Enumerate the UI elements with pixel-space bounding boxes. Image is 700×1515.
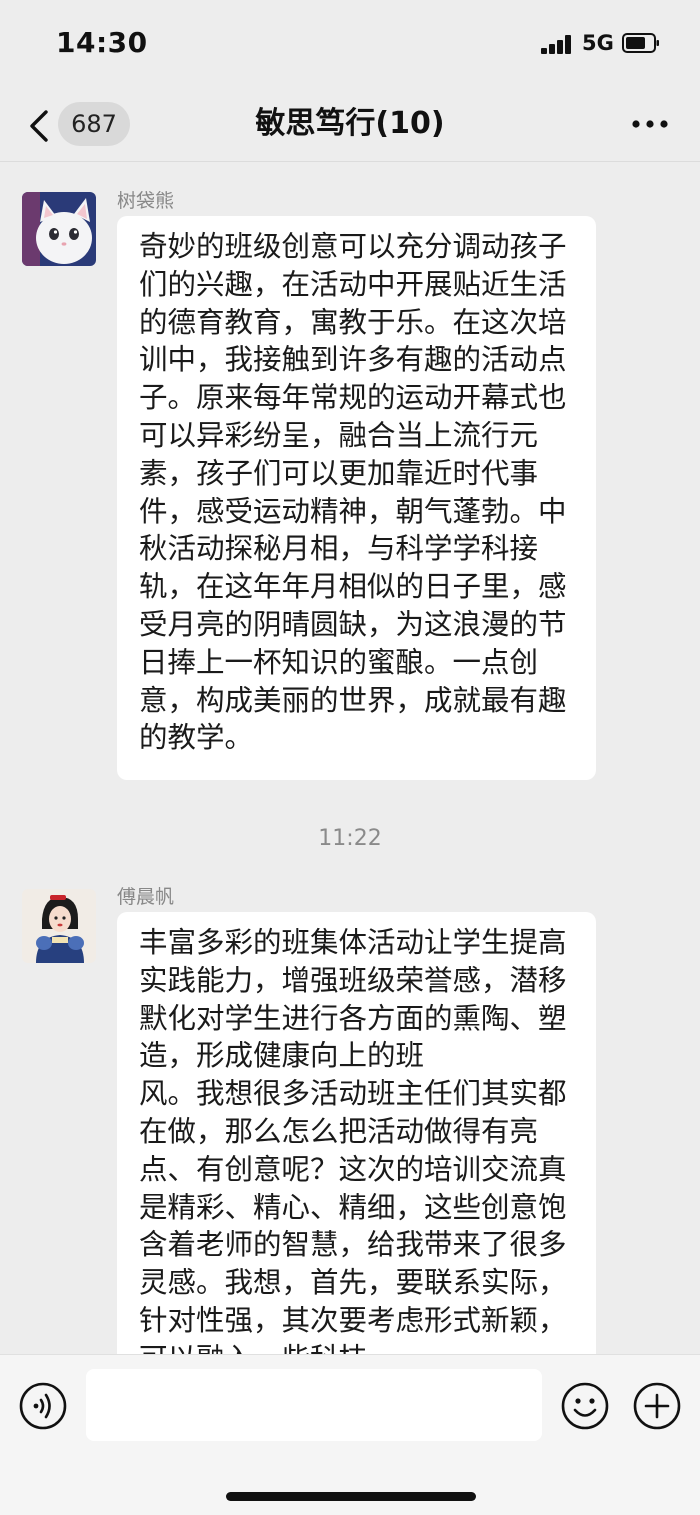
chat-header: 687 敏思笃行(10) (0, 90, 700, 162)
snow-white-avatar-icon (22, 889, 96, 963)
status-time: 14:30 (56, 26, 148, 59)
avatar[interactable] (22, 889, 96, 963)
message-bubble[interactable]: 奇妙的班级创意可以充分调动孩子们的兴趣，在活动中开展贴近生活的德育教育，寓教于乐… (117, 216, 596, 780)
signal-icon (541, 34, 573, 54)
input-bar (0, 1354, 700, 1515)
network-label: 5G (582, 31, 614, 55)
message-timestamp: 11:22 (318, 826, 382, 851)
emoji-icon[interactable] (560, 1381, 610, 1431)
home-indicator[interactable] (226, 1492, 476, 1501)
plus-icon[interactable] (632, 1381, 682, 1431)
chat-title: 敏思笃行(10) (255, 106, 445, 141)
cat-avatar-icon (22, 192, 96, 266)
message-input[interactable] (86, 1369, 542, 1441)
battery-icon (622, 33, 659, 53)
voice-input-icon[interactable] (18, 1381, 68, 1431)
sender-name: 树袋熊 (117, 190, 175, 212)
status-bar: 14:30 5G (0, 0, 700, 90)
sender-name: 傅晨帆 (117, 886, 175, 908)
more-options-icon[interactable] (630, 118, 670, 130)
avatar[interactable] (22, 192, 96, 266)
